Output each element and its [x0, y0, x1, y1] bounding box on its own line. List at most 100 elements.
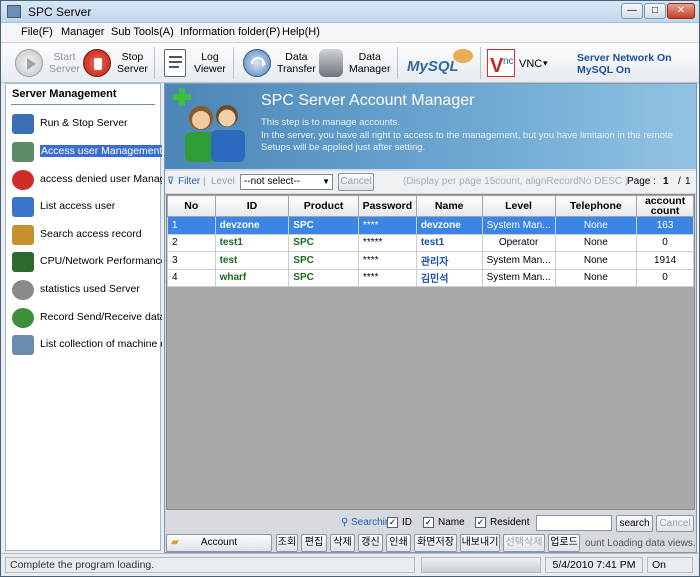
- searchin-label: Searchin: [351, 517, 391, 528]
- chevron-down-icon[interactable]: ▾: [543, 58, 548, 69]
- delete-selected-button[interactable]: 선택삭제: [503, 534, 545, 552]
- loading-info: ount Loading data views.: [585, 538, 696, 549]
- users-icon: [12, 142, 34, 162]
- view-button[interactable]: 조회: [276, 534, 298, 552]
- banner: SPC Server Account Manager This step is …: [165, 84, 696, 169]
- banner-title: SPC Server Account Manager: [261, 92, 475, 109]
- play-icon: [15, 49, 43, 77]
- table-row[interactable]: 4 wharf SPC **** 김민석 System Man... None 0: [167, 268, 694, 287]
- column-header-password[interactable]: Password: [357, 195, 417, 217]
- app-icon: [7, 5, 21, 18]
- close-button[interactable]: ✕: [667, 3, 695, 19]
- page-label: Page :: [627, 176, 656, 187]
- save-screen-button[interactable]: 화면저장: [414, 534, 457, 552]
- export-button[interactable]: 내보내기: [460, 534, 500, 552]
- column-header-level[interactable]: Level: [481, 195, 556, 217]
- column-header-telephone[interactable]: Telephone: [554, 195, 638, 217]
- name-checkbox[interactable]: ✓: [423, 517, 434, 528]
- app-window: SPC Server — □ ✕ File(F) Manager Sub Too…: [0, 0, 700, 577]
- send-receive-icon: [12, 308, 34, 328]
- resident-checkbox[interactable]: ✓: [475, 517, 486, 528]
- svg-text:nc: nc: [503, 56, 514, 67]
- deny-icon: [12, 170, 34, 190]
- refresh-button[interactable]: 갱신: [358, 534, 383, 552]
- data-transfer-button[interactable]: Data Transfer: [243, 46, 316, 80]
- status-bar: Complete the program loading. 5/4/2010 7…: [1, 553, 699, 576]
- sidebar-item-search-access-record[interactable]: Search access record: [12, 223, 162, 247]
- menu-manager[interactable]: Manager: [61, 26, 104, 38]
- vnc-logo-icon: Vnc: [487, 49, 515, 77]
- log-viewer-button[interactable]: Log Viewer: [164, 46, 226, 80]
- account-manager-panel: SPC Server Account Manager This step is …: [164, 83, 697, 553]
- action-bar: ▰ Account 조회 편집 삭제 갱신 인쇄 화면저장 내보내기 선택삭제 업…: [165, 533, 696, 553]
- print-button[interactable]: 인쇄: [386, 534, 411, 552]
- machine-data-icon: [12, 335, 34, 355]
- status-message: Complete the program loading.: [5, 557, 415, 573]
- server-management-panel: Server Management Run & Stop Server Acce…: [5, 83, 162, 551]
- start-server-button[interactable]: Start Server: [15, 46, 80, 80]
- sidebar-item-access-denied-user[interactable]: access denied user Management: [12, 168, 162, 192]
- toolbar-separator: [480, 47, 481, 79]
- table-row[interactable]: 2 test1 SPC ***** test1 Operator None 0: [167, 233, 694, 252]
- maximize-button[interactable]: □: [644, 3, 666, 19]
- vnc-button[interactable]: Vnc VNC ▾: [487, 46, 557, 80]
- table-row[interactable]: 1 devzone SPC **** devzone System Man... None 1…: [167, 216, 694, 235]
- server-run-icon: [12, 114, 34, 134]
- folder-icon: ▰: [171, 537, 179, 548]
- filter-link[interactable]: Filter: [178, 176, 200, 187]
- stop-server-button[interactable]: Stop Server: [83, 46, 149, 80]
- user-list-icon: [12, 197, 34, 217]
- minimize-button[interactable]: —: [621, 3, 643, 19]
- menu-help[interactable]: Help(H): [282, 26, 320, 38]
- search-record-icon: [12, 225, 34, 245]
- document-icon: [164, 49, 186, 77]
- column-header-no[interactable]: No: [167, 195, 216, 217]
- progress-bar: [421, 557, 541, 573]
- window-title: SPC Server: [28, 5, 92, 19]
- transfer-icon: [243, 49, 271, 77]
- search-button[interactable]: search: [616, 515, 653, 532]
- sidebar-item-list-machine-data[interactable]: List collection of machine data: [12, 333, 162, 357]
- edit-button[interactable]: 편집: [301, 534, 327, 552]
- account-button[interactable]: ▰ Account: [166, 534, 272, 552]
- column-header-account-count[interactable]: account count: [636, 195, 694, 217]
- table-header-row: No ID Product Password Name Level Teleph…: [167, 195, 694, 217]
- column-header-product[interactable]: Product: [288, 195, 359, 217]
- toolbar-separator: [233, 47, 234, 79]
- upload-button[interactable]: 업로드: [548, 534, 580, 552]
- banner-description: This step is to manage accounts. In the …: [261, 117, 673, 153]
- mysql-button[interactable]: MySQL: [405, 46, 475, 80]
- delete-button[interactable]: 삭제: [330, 534, 355, 552]
- sidebar-item-list-access-user[interactable]: List access user: [12, 195, 162, 219]
- column-header-id[interactable]: ID: [214, 195, 290, 217]
- menu-information-folder[interactable]: Information folder(P): [180, 26, 280, 38]
- data-manager-button[interactable]: Data Manager: [319, 46, 390, 80]
- chevron-down-icon: ▼: [322, 177, 330, 186]
- sidebar-item-statistics-used-server[interactable]: statistics used Server: [12, 278, 162, 302]
- filter-icon: ⊽: [167, 176, 175, 187]
- svg-text:V: V: [490, 55, 504, 77]
- sidebar-item-run-stop-server[interactable]: Run & Stop Server: [12, 112, 162, 136]
- accounts-grid: No ID Product Password Name Level Teleph…: [166, 194, 695, 510]
- level-select[interactable]: --not select-- ▼: [240, 174, 333, 190]
- search-input[interactable]: [536, 515, 612, 531]
- toolbar-separator: [397, 47, 398, 79]
- search-icon: ⚲: [341, 517, 349, 528]
- sidebar-item-record-send-receive[interactable]: Record Send/Receive data: [12, 306, 162, 330]
- sidebar-item-cpu-network-performance[interactable]: CPU/Network Performance: [12, 250, 162, 274]
- table-row[interactable]: 3 test SPC **** 관리자 System Man... None 1914: [167, 251, 694, 270]
- sidebar-item-access-user-management[interactable]: Access user Management: [12, 140, 162, 164]
- menu-bar: File(F) Manager Sub Tools(A) Information…: [1, 23, 699, 43]
- search-cancel-button[interactable]: Cancel: [656, 515, 694, 532]
- menu-sub-tools[interactable]: Sub Tools(A): [111, 26, 174, 38]
- level-label: Level: [211, 176, 235, 187]
- menu-file[interactable]: File(F): [21, 26, 53, 38]
- filter-cancel-button[interactable]: Cancel: [338, 173, 374, 191]
- display-info: (Display per page 15count, alignRecordNo…: [403, 176, 629, 187]
- sidebar-title: Server Management: [12, 88, 117, 100]
- page-current: 1: [663, 176, 669, 187]
- column-header-name[interactable]: Name: [415, 195, 483, 217]
- id-checkbox[interactable]: ✓: [387, 517, 398, 528]
- toolbar-separator: [154, 47, 155, 79]
- account-manager-illustration: [171, 88, 253, 164]
